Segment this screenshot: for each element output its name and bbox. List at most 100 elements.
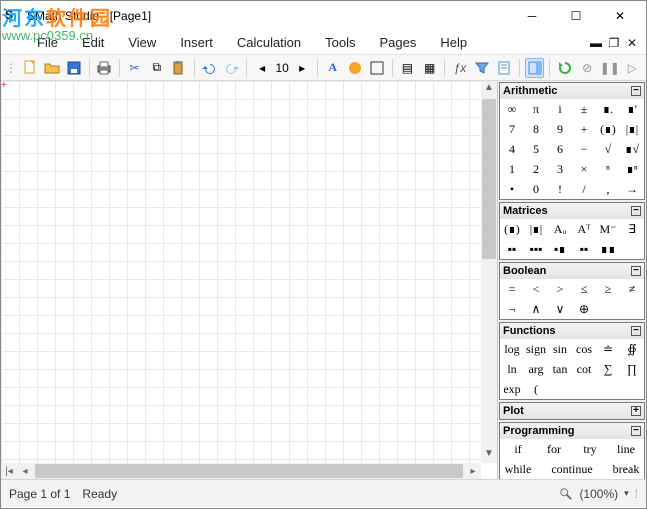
panel-boolean-cell[interactable]: ⊕ (572, 299, 596, 319)
fontsize-decrease-button[interactable]: ◂ (252, 58, 272, 78)
undo-button[interactable] (200, 58, 219, 78)
menu-calculation[interactable]: Calculation (225, 32, 313, 53)
paste-button[interactable] (169, 58, 188, 78)
horizontal-scrollbar[interactable]: |◂ ◂ ▸ (1, 463, 481, 479)
panel-arithmetic-header[interactable]: Arithmetic− (500, 83, 644, 99)
panel-functions-cell[interactable]: ≐ (596, 339, 620, 359)
panel-matrices-cell[interactable]: ∎∎ (596, 239, 620, 259)
panel-programming-toggle[interactable]: − (631, 426, 641, 436)
panel-boolean-toggle[interactable]: − (631, 266, 641, 276)
panel-boolean-cell[interactable]: > (548, 279, 572, 299)
panel-functions-cell[interactable]: arg (524, 359, 548, 379)
panel-arithmetic-cell[interactable]: ± (572, 99, 596, 119)
panel-arithmetic-cell[interactable]: + (572, 119, 596, 139)
panel-functions-cell[interactable]: sign (524, 339, 548, 359)
mdi-restore-icon[interactable]: ❐ (606, 36, 622, 50)
panel-arithmetic-cell[interactable]: ∎√ (620, 139, 644, 159)
panel-programming-cell[interactable]: break (608, 459, 644, 479)
panel-functions-cell[interactable]: sin (548, 339, 572, 359)
recalc-button[interactable] (555, 58, 574, 78)
panels-toggle-button[interactable] (525, 58, 544, 78)
panel-arithmetic-cell[interactable]: 6 (548, 139, 572, 159)
vscroll-thumb[interactable] (482, 99, 496, 259)
panel-boolean-cell[interactable]: ¬ (500, 299, 524, 319)
mdi-minimize-icon[interactable]: ▬ (588, 36, 604, 50)
hscroll-thumb[interactable] (35, 464, 463, 478)
fontsize-increase-button[interactable]: ▸ (292, 58, 312, 78)
menu-view[interactable]: View (116, 32, 168, 53)
panel-arithmetic-cell[interactable]: ∎' (620, 99, 644, 119)
panel-arithmetic-cell[interactable]: 0 (524, 179, 548, 199)
panel-functions-cell[interactable]: ( (524, 379, 548, 399)
toolbar-grip-icon[interactable]: ⋮ (5, 61, 17, 75)
panel-boolean-header[interactable]: Boolean− (500, 263, 644, 279)
panel-matrices-cell[interactable]: ▪▪ (572, 239, 596, 259)
panel-programming-cell[interactable]: if (500, 439, 536, 459)
menu-pages[interactable]: Pages (368, 32, 429, 53)
panel-matrices-cell[interactable]: (∎) (500, 219, 524, 239)
filter-button[interactable] (473, 58, 492, 78)
panel-functions-cell[interactable]: ∑ (596, 359, 620, 379)
panel-functions-cell[interactable]: cos (572, 339, 596, 359)
magnifier-icon[interactable] (559, 487, 573, 501)
panel-functions-cell[interactable]: ∏ (620, 359, 644, 379)
panel-programming-cell[interactable]: try (572, 439, 608, 459)
panel-matrices-cell[interactable]: Aᵤ (548, 219, 572, 239)
panel-arithmetic-cell[interactable]: × (572, 159, 596, 179)
panel-arithmetic-cell[interactable]: 3 (548, 159, 572, 179)
panel-arithmetic-cell[interactable]: i (548, 99, 572, 119)
save-button[interactable] (65, 58, 84, 78)
maximize-button[interactable]: ☐ (554, 2, 598, 30)
panel-arithmetic-cell[interactable]: ! (548, 179, 572, 199)
panel-arithmetic-cell[interactable]: ∎ⁿ (620, 159, 644, 179)
panel-functions-cell[interactable]: ∯ (620, 339, 644, 359)
panel-boolean-cell[interactable]: ∨ (548, 299, 572, 319)
panel-boolean-cell[interactable]: ∧ (524, 299, 548, 319)
align-left-button[interactable]: ▤ (398, 58, 417, 78)
status-grip-icon[interactable]: ⁞ (635, 487, 638, 501)
panel-arithmetic-cell[interactable]: → (620, 179, 644, 199)
copy-button[interactable]: ⧉ (147, 58, 166, 78)
close-button[interactable]: ✕ (598, 2, 642, 30)
textcolor-button[interactable]: A (323, 58, 342, 78)
panel-matrices-cell[interactable]: M⁻ (596, 219, 620, 239)
scroll-left-icon[interactable]: ◂ (17, 466, 33, 477)
panel-programming-cell[interactable]: while (500, 459, 536, 479)
panel-matrices-cell[interactable]: ∃ (620, 219, 644, 239)
minimize-button[interactable]: ─ (510, 2, 554, 30)
menu-edit[interactable]: Edit (70, 32, 116, 53)
redo-button[interactable] (222, 58, 241, 78)
panel-matrices-cell[interactable]: |∎| (524, 219, 548, 239)
panel-arithmetic-cell[interactable]: π (524, 99, 548, 119)
panel-functions-cell[interactable]: cot (572, 359, 596, 379)
scroll-right-icon[interactable]: ▸ (465, 466, 481, 477)
panel-functions-toggle[interactable]: − (631, 326, 641, 336)
panel-boolean-cell[interactable]: < (524, 279, 548, 299)
panel-matrices-header[interactable]: Matrices− (500, 203, 644, 219)
panel-matrices-cell[interactable]: Aᵀ (572, 219, 596, 239)
panel-arithmetic-cell[interactable]: √ (596, 139, 620, 159)
panel-arithmetic-cell[interactable]: ∞ (500, 99, 524, 119)
panel-arithmetic-cell[interactable]: 1 (500, 159, 524, 179)
cut-button[interactable]: ✂ (125, 58, 144, 78)
menu-help[interactable]: Help (428, 32, 479, 53)
new-button[interactable] (20, 58, 39, 78)
panel-functions-cell[interactable]: tan (548, 359, 572, 379)
panel-arithmetic-cell[interactable]: |∎| (620, 119, 644, 139)
panel-functions-cell[interactable]: exp (500, 379, 524, 399)
pause-button[interactable]: ❚❚ (600, 58, 620, 78)
panel-boolean-cell[interactable]: ≠ (620, 279, 644, 299)
panel-matrices-cell[interactable]: ▪▪▪ (524, 239, 548, 259)
panel-arithmetic-cell[interactable]: (∎) (596, 119, 620, 139)
panel-arithmetic-cell[interactable]: 2 (524, 159, 548, 179)
border-button[interactable] (368, 58, 387, 78)
panel-functions-cell[interactable]: ln (500, 359, 524, 379)
panel-arithmetic-cell[interactable]: • (500, 179, 524, 199)
panel-plot-toggle[interactable]: + (631, 406, 641, 416)
scroll-up-icon[interactable]: ▲ (481, 81, 497, 97)
panel-programming-cell[interactable]: for (536, 439, 572, 459)
continue-button[interactable]: ▷ (623, 58, 642, 78)
panel-arithmetic-cell[interactable]: , (596, 179, 620, 199)
menu-insert[interactable]: Insert (168, 32, 225, 53)
bgcolor-button[interactable] (345, 58, 364, 78)
